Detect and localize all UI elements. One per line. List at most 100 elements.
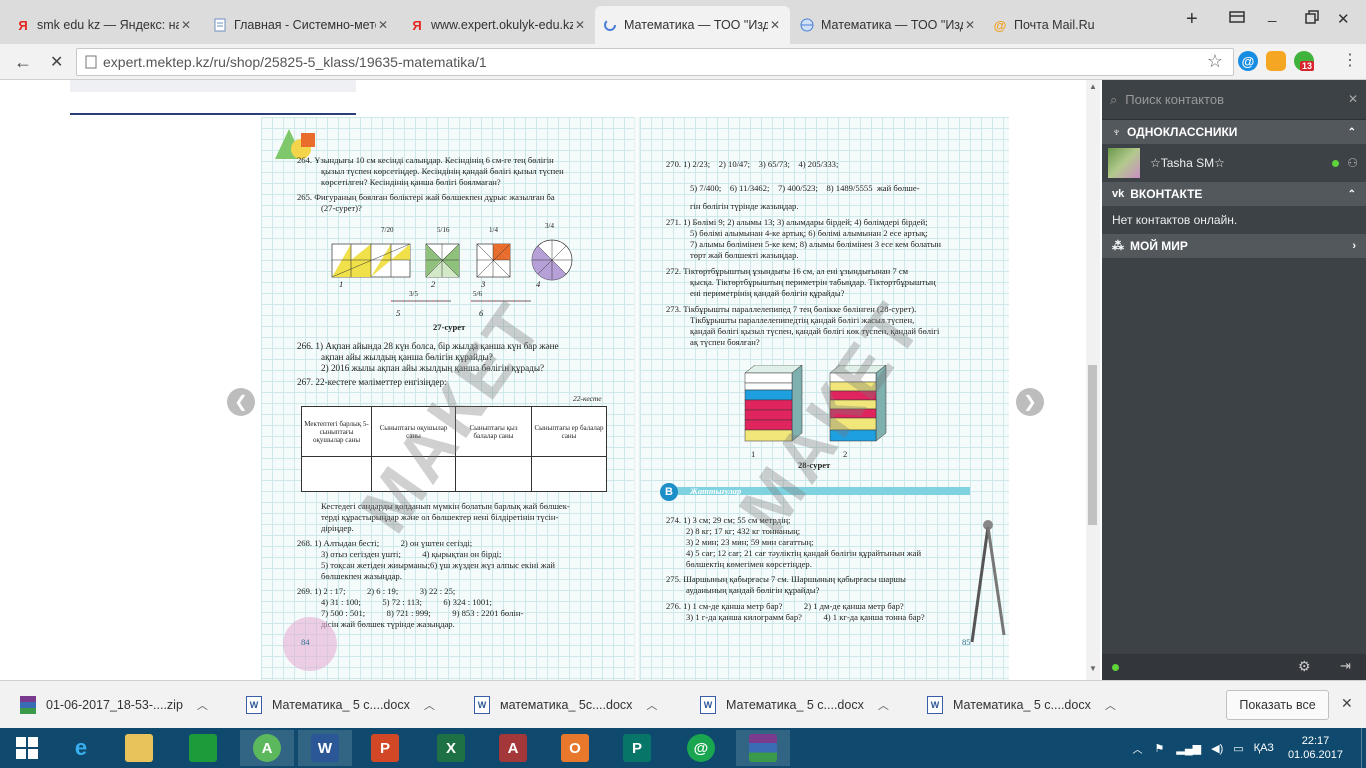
ex270-line-1: 270. 1) 2/23; 2) 10/47; 3) 65/73; 4) 205… [666,159,839,169]
taskbar-access[interactable]: A [486,730,540,766]
mail-at-icon: @ [993,17,1007,33]
close-tab-icon[interactable]: ✕ [573,18,587,32]
ext-mail-icon[interactable]: @ [1238,51,1258,71]
prev-page-button[interactable]: ❮ [227,388,255,416]
compass-icon [970,520,1006,643]
browser-tab[interactable]: Я www.expert.okulyk-edu.kz — ✕ [402,6,595,44]
ext-chat-icon[interactable] [1266,51,1286,71]
contacts-search[interactable]: ⌕ Поиск контактов ✕ [1102,80,1366,120]
contact-item[interactable]: ☆Tasha SM☆ ⚇ [1102,144,1366,182]
chevron-up-icon[interactable]: ︿ [646,697,657,713]
download-item[interactable]: W Математика_ 5 с....docx ︿ [700,689,889,721]
table-cell [531,456,607,492]
download-item[interactable]: W математика_ 5с....docx ︿ [474,689,657,721]
next-page-button[interactable]: ❯ [1016,388,1044,416]
volume-icon[interactable]: ◀) [1211,742,1223,755]
menu-icon[interactable]: ⋮ [1342,50,1358,70]
minimize-window-icon[interactable]: _ [1268,6,1276,23]
taskbar-powerpoint[interactable]: P [358,730,412,766]
download-item[interactable]: W Математика_ 5 с....docx ︿ [927,689,1116,721]
browser-tab[interactable]: @ Почта Mail.Ru [985,6,1157,44]
chevron-up-icon[interactable]: ︿ [878,697,889,713]
ex274-line: 3) 2 мин; 23 мин; 59 мин сағаттың; [686,537,814,547]
bookmark-star-icon[interactable]: ☆ [1207,51,1223,72]
tab-list-icon[interactable] [1229,10,1245,28]
browser-icon: A [253,734,281,762]
browser-toolbar: ← ✕ expert.mektep.kz/ru/shop/25825-5_kla… [0,44,1366,80]
vk-empty-text: Нет контактов онлайн. [1112,213,1238,227]
chevron-up-icon[interactable]: ︿ [197,697,208,713]
close-tab-icon[interactable]: ✕ [963,18,977,32]
section-vkontakte[interactable]: vk ВКОНТАКТЕ ⌃ [1102,182,1366,206]
scroll-down-arrow[interactable]: ▼ [1089,664,1097,673]
decor-cube [301,133,315,147]
ex264-line-3: көрсетілген? Кесіндінің қанша бөлігі боя… [321,177,501,187]
taskbar-browser[interactable]: A [240,730,294,766]
download-item[interactable]: W Математика_ 5 с....docx ︿ [246,689,435,721]
taskbar-store[interactable] [176,730,230,766]
word-icon: W [311,734,339,762]
chevron-up-icon[interactable]: ︿ [1105,697,1116,713]
ex276-line: 276. 1) 1 см-де қанша метр бар? 2) 1 дм-… [666,601,904,611]
close-window-icon[interactable]: ✕ [1337,10,1350,28]
close-tab-icon[interactable]: ✕ [179,18,193,32]
restore-window-icon[interactable] [1305,10,1319,28]
archive-icon [20,696,36,714]
gear-icon[interactable]: ⚙ [1298,658,1311,675]
word-doc-icon: W [700,696,716,714]
document-icon [213,18,227,32]
new-tab-button[interactable]: + [1186,8,1198,31]
scroll-up-arrow[interactable]: ▲ [1089,82,1097,91]
scrollbar-thumb[interactable] [1088,365,1097,525]
show-all-button[interactable]: Показать все [1226,690,1329,720]
show-hidden-icons[interactable]: ︿ [1133,741,1143,756]
page-scrollbar[interactable]: ▲ ▼ [1086,80,1100,680]
taskbar-word[interactable]: W [298,730,352,766]
publisher-icon: P [623,734,651,762]
status-online-dot[interactable] [1112,664,1119,671]
close-icon[interactable]: ✕ [1348,92,1358,106]
chevron-up-icon[interactable]: ︿ [424,697,435,713]
taskbar-excel[interactable]: X [424,730,478,766]
browser-tab-active[interactable]: Математика — ТОО "Издате ✕ [595,6,790,44]
url-text: expert.mektep.kz/ru/shop/25825-5_klass/1… [103,54,487,70]
access-icon: A [499,734,527,762]
taskbar-winrar[interactable] [736,730,790,766]
sidebar-footer: ⚙ ⇥ [1102,654,1366,680]
network-icon[interactable]: ▂▄▆ [1176,742,1201,755]
downloads-shelf: 01-06-2017_18-53-....zip ︿ W Математика_… [0,680,1366,728]
ex276-line: 3) 1 г-да қанша килограмм бар? 4) 1 кг-д… [686,612,925,622]
taskbar-explorer[interactable] [112,730,166,766]
taskbar-publisher[interactable]: P [610,730,664,766]
section-odnoklassniki[interactable]: ♆ ОДНОКЛАССНИКИ ⌃ [1102,120,1366,144]
show-desktop-button[interactable] [1361,728,1366,768]
ex272-line: 272. Тіктөртбұрыштың ұзындығы 16 см, ал … [666,266,909,276]
exit-icon[interactable]: ⇥ [1340,658,1351,674]
taskbar-outlook[interactable]: O [548,730,602,766]
clock-time: 22:17 [1301,735,1330,747]
browser-tab[interactable]: Я smk edu kz — Яндекс: нашл ✕ [8,6,201,44]
person-icon[interactable]: ⚇ [1347,156,1358,170]
search-placeholder: Поиск контактов [1125,92,1224,107]
clock[interactable]: 22:17 01.06.2017 [1288,734,1343,762]
ext-icq-icon[interactable]: 13 [1294,51,1315,71]
close-shelf-icon[interactable]: ✕ [1341,695,1353,712]
section-moi-mir[interactable]: ⁂ МОЙ МИР › [1102,234,1366,258]
keyboard-icon[interactable]: ▭ [1233,742,1243,755]
taskbar-ie[interactable]: e [54,730,108,766]
browser-tab[interactable]: Главная - Системно-методи ✕ [205,6,398,44]
download-item[interactable]: 01-06-2017_18-53-....zip ︿ [20,689,208,721]
stop-loading-button[interactable]: ✕ [50,52,63,72]
taskbar-mail-agent[interactable]: @ [674,730,728,766]
close-tab-icon[interactable]: ✕ [768,18,782,32]
store-icon [189,734,217,762]
language-indicator[interactable]: ҚАЗ [1254,742,1274,754]
back-button[interactable]: ← [14,52,32,73]
address-bar[interactable]: expert.mektep.kz/ru/shop/25825-5_klass/1… [76,48,1234,76]
flag-icon[interactable]: ⚑ [1155,742,1165,755]
browser-tab[interactable]: Математика — ТОО "Издате ✕ [792,6,985,44]
fig27-frac-1: 7/20 [381,226,394,234]
close-tab-icon[interactable]: ✕ [376,18,390,32]
ex275-line: ауданының қандай бөлігін құрайды? [686,585,820,595]
start-button[interactable] [0,730,54,766]
